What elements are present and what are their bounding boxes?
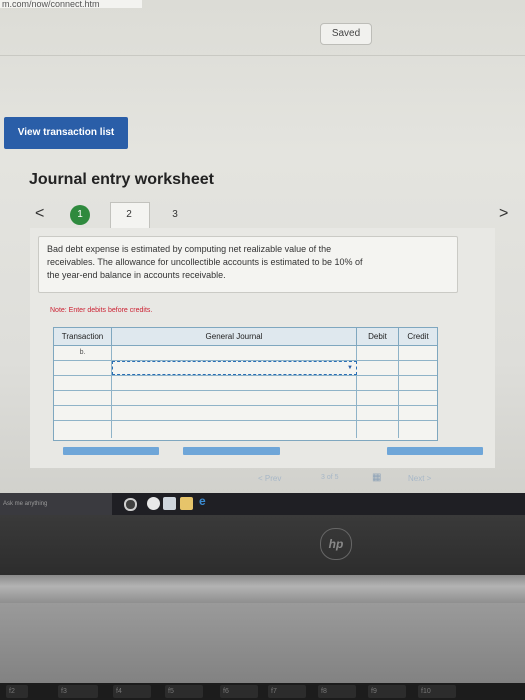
credit-input[interactable] — [399, 421, 437, 438]
store-icon[interactable] — [163, 497, 176, 510]
table-row — [54, 421, 437, 438]
clear-entry-button[interactable] — [183, 447, 280, 455]
step-2-label[interactable]: 2 — [119, 205, 139, 225]
key-f9: f9 — [368, 685, 406, 698]
debit-input[interactable] — [357, 361, 399, 375]
url-bar[interactable]: m.com/now/connect.htm — [0, 0, 142, 8]
saved-status-badge: Saved — [320, 23, 372, 45]
account-cell[interactable] — [112, 406, 357, 420]
header-divider — [0, 55, 525, 56]
hp-logo: hp — [320, 528, 352, 560]
journal-table: Transaction General Journal Debit Credit… — [53, 327, 438, 441]
debit-input[interactable] — [357, 391, 399, 405]
description-line-3: the year-end balance in accounts receiva… — [47, 270, 226, 280]
account-cell[interactable] — [112, 391, 357, 405]
account-cell[interactable] — [112, 346, 357, 360]
transaction-description: Bad debt expense is estimated by computi… — [38, 236, 458, 293]
chevron-right-icon[interactable]: > — [499, 205, 508, 223]
page-counter: 3 of 5 — [321, 474, 339, 481]
header-credit: Credit — [399, 328, 437, 346]
key-f8: f8 — [318, 685, 356, 698]
chevron-left-icon[interactable]: < — [35, 205, 44, 223]
laptop-bezel — [0, 515, 525, 575]
grid-icon[interactable]: ▦ — [372, 472, 381, 483]
header-transaction: Transaction — [54, 328, 112, 346]
account-cell[interactable] — [112, 421, 357, 438]
taskbar-search-input[interactable]: Ask me anything — [0, 493, 112, 515]
credit-input[interactable] — [399, 391, 437, 405]
table-row: ▼ — [54, 361, 437, 376]
account-select[interactable]: ▼ — [112, 361, 357, 375]
worksheet-title: Journal entry worksheet — [29, 171, 214, 188]
key-f7: f7 — [268, 685, 306, 698]
description-line-2: receivables. The allowance for uncollect… — [47, 257, 363, 267]
header-general-journal: General Journal — [112, 328, 357, 346]
view-transaction-list-button[interactable]: View transaction list — [4, 117, 128, 149]
chrome-icon[interactable] — [147, 497, 160, 510]
key-f3: f3 — [58, 685, 98, 698]
table-row: b. — [54, 346, 437, 361]
credit-input[interactable] — [399, 376, 437, 390]
key-f4: f4 — [113, 685, 151, 698]
table-row — [54, 391, 437, 406]
file-explorer-icon[interactable] — [180, 497, 193, 510]
table-row — [54, 406, 437, 421]
key-f10: f10 — [418, 685, 456, 698]
credit-input[interactable] — [399, 406, 437, 420]
transaction-cell — [54, 391, 112, 405]
description-line-1: Bad debt expense is estimated by computi… — [47, 244, 332, 254]
key-f5: f5 — [165, 685, 203, 698]
credit-input[interactable] — [399, 346, 437, 360]
debit-input[interactable] — [357, 406, 399, 420]
prev-page-link[interactable]: < Prev — [258, 474, 281, 483]
record-entry-button[interactable] — [63, 447, 159, 455]
edge-icon[interactable]: e — [199, 494, 206, 508]
account-cell[interactable] — [112, 376, 357, 390]
debits-note: Note: Enter debits before credits. — [50, 307, 153, 314]
transaction-cell: b. — [54, 346, 112, 360]
debit-input[interactable] — [357, 376, 399, 390]
step-1-badge[interactable]: 1 — [70, 205, 90, 225]
debit-input[interactable] — [357, 421, 399, 438]
transaction-cell — [54, 421, 112, 438]
step-3-label[interactable]: 3 — [165, 205, 185, 225]
transaction-cell — [54, 406, 112, 420]
debit-input[interactable] — [357, 346, 399, 360]
view-general-journal-button[interactable] — [387, 447, 483, 455]
key-f2: f2 — [6, 685, 28, 698]
next-page-link[interactable]: Next > — [408, 474, 431, 483]
laptop-hinge — [0, 575, 525, 603]
laptop-screen: m.com/now/connect.htm Saved View transac… — [0, 0, 525, 515]
header-debit: Debit — [357, 328, 399, 346]
key-f6: f6 — [220, 685, 258, 698]
cortana-icon[interactable] — [124, 498, 137, 511]
transaction-cell — [54, 361, 112, 375]
credit-input[interactable] — [399, 361, 437, 375]
table-row — [54, 376, 437, 391]
chevron-down-icon[interactable]: ▼ — [347, 365, 353, 371]
transaction-cell — [54, 376, 112, 390]
